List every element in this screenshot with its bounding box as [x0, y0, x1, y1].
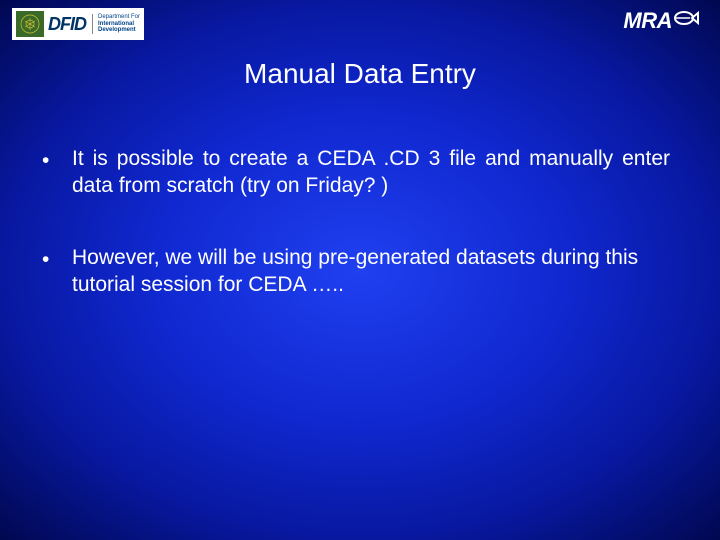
- dfid-acronym: DFID: [48, 15, 86, 33]
- dfid-text-block: DFID: [48, 15, 86, 33]
- dfid-logo: DFID Department For International Develo…: [12, 8, 144, 40]
- bullet-marker: •: [42, 145, 72, 200]
- mrag-logo: MRA: [623, 8, 700, 34]
- slide-content: • It is possible to create a CEDA .CD 3 …: [42, 145, 670, 342]
- bullet-marker: •: [42, 244, 72, 299]
- bullet-item: • However, we will be using pre-generate…: [42, 244, 670, 299]
- fish-icon: [670, 8, 700, 34]
- bullet-text: However, we will be using pre-generated …: [72, 244, 670, 299]
- mrag-text: MRA: [623, 8, 672, 34]
- slide-title: Manual Data Entry: [0, 58, 720, 90]
- bullet-text: It is possible to create a CEDA .CD 3 fi…: [72, 145, 670, 200]
- bullet-item: • It is possible to create a CEDA .CD 3 …: [42, 145, 670, 200]
- dfid-subtitle: Department For International Development: [92, 14, 140, 34]
- dfid-emblem-icon: [16, 11, 44, 37]
- slide-header: DFID Department For International Develo…: [0, 0, 720, 50]
